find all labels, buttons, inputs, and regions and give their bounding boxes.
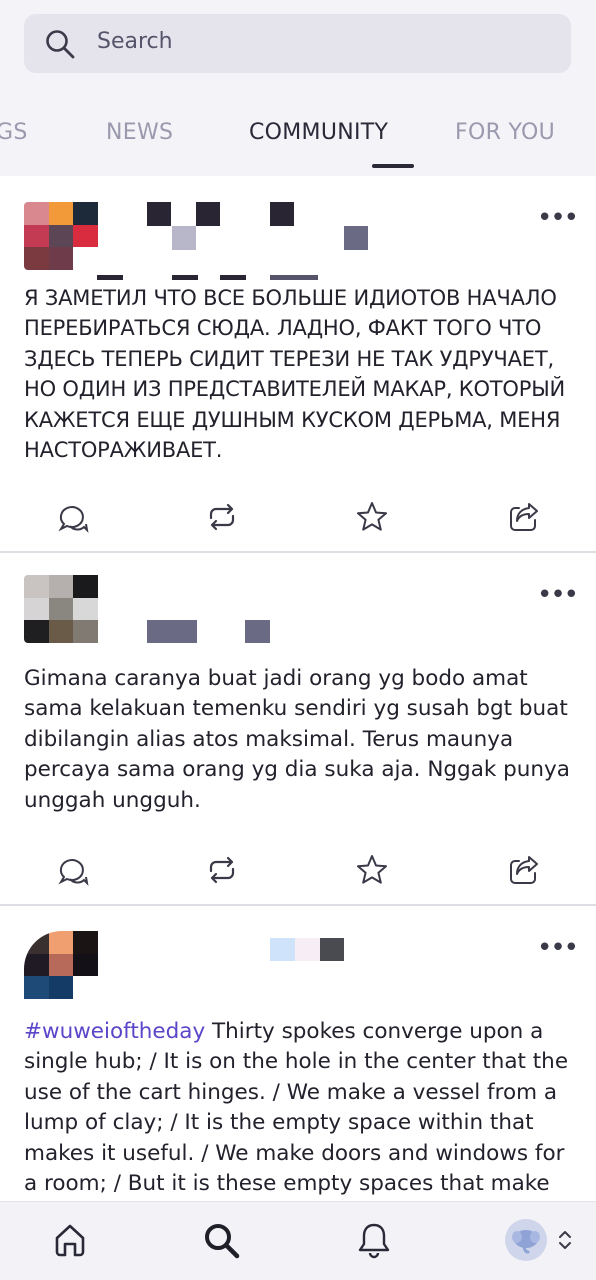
username-redacted bbox=[270, 938, 295, 961]
post-text: Gimana caranya buat jadi orang yg bodo a… bbox=[24, 666, 570, 813]
more-options-icon[interactable]: ••• bbox=[537, 582, 579, 608]
share-icon[interactable] bbox=[507, 853, 541, 887]
avatar[interactable] bbox=[24, 931, 98, 999]
more-options-icon[interactable]: ••• bbox=[537, 205, 579, 231]
username-redacted bbox=[147, 620, 197, 643]
elephant-icon bbox=[512, 1230, 540, 1254]
username-redacted bbox=[172, 275, 198, 280]
avatar[interactable] bbox=[24, 575, 98, 643]
username-redacted bbox=[320, 938, 344, 961]
post-card[interactable]: ••• Я ЗАМЕТИЛ ЧТО ВСЕ БОЛЬШЕ ИДИОТОВ НАЧ… bbox=[0, 176, 596, 552]
username-redacted bbox=[220, 275, 246, 280]
username-redacted bbox=[172, 226, 196, 250]
repost-icon[interactable] bbox=[205, 853, 239, 887]
username-redacted bbox=[147, 202, 171, 226]
post-text: #wuweioftheday Thirty spokes converge up… bbox=[24, 1017, 574, 1199]
tab-indicator bbox=[372, 164, 414, 168]
search-icon[interactable] bbox=[202, 1221, 242, 1261]
reply-icon[interactable] bbox=[56, 500, 90, 534]
repost-icon[interactable] bbox=[205, 500, 239, 534]
share-icon[interactable] bbox=[507, 500, 541, 534]
favorite-icon[interactable] bbox=[355, 853, 389, 887]
feed-tabs: GS NEWS COMMUNITY FOR YOU bbox=[0, 100, 596, 168]
username-redacted bbox=[270, 202, 294, 226]
hashtag-link[interactable]: #wuweioftheday bbox=[24, 1019, 205, 1044]
post-card[interactable]: ••• #wuweioftheday Thirty spokes converg… bbox=[0, 906, 596, 1201]
more-options-icon[interactable]: ••• bbox=[537, 935, 579, 961]
avatar[interactable] bbox=[24, 202, 98, 270]
tab-for-you[interactable]: FOR YOU bbox=[455, 120, 555, 145]
username-redacted bbox=[245, 620, 270, 643]
tab-news[interactable]: NEWS bbox=[106, 120, 173, 145]
username-redacted bbox=[344, 226, 368, 250]
username-redacted bbox=[295, 938, 320, 961]
tab-community[interactable]: COMMUNITY bbox=[249, 120, 388, 145]
post-text: Я ЗАМЕТИЛ ЧТО ВСЕ БОЛЬШЕ ИДИОТОВ НАЧАЛО … bbox=[24, 286, 566, 463]
tab-blogs[interactable]: GS bbox=[0, 120, 28, 145]
reply-icon[interactable] bbox=[56, 853, 90, 887]
home-icon[interactable] bbox=[52, 1222, 88, 1258]
search-icon bbox=[46, 30, 75, 59]
top-bar: GS NEWS COMMUNITY FOR YOU bbox=[0, 0, 596, 176]
post-card[interactable]: ••• Gimana caranya buat jadi orang yg bo… bbox=[0, 553, 596, 904]
post-text-body: Thirty spokes converge upon a single hub… bbox=[24, 1019, 569, 1197]
username-redacted bbox=[97, 275, 123, 280]
username-redacted bbox=[196, 202, 220, 226]
notifications-icon[interactable] bbox=[356, 1221, 392, 1259]
account-avatar[interactable] bbox=[505, 1219, 547, 1261]
account-switcher-chevron-icon[interactable] bbox=[557, 1229, 573, 1251]
username-redacted bbox=[270, 275, 318, 280]
search-input[interactable]: Search bbox=[97, 29, 173, 54]
favorite-icon[interactable] bbox=[355, 500, 389, 534]
